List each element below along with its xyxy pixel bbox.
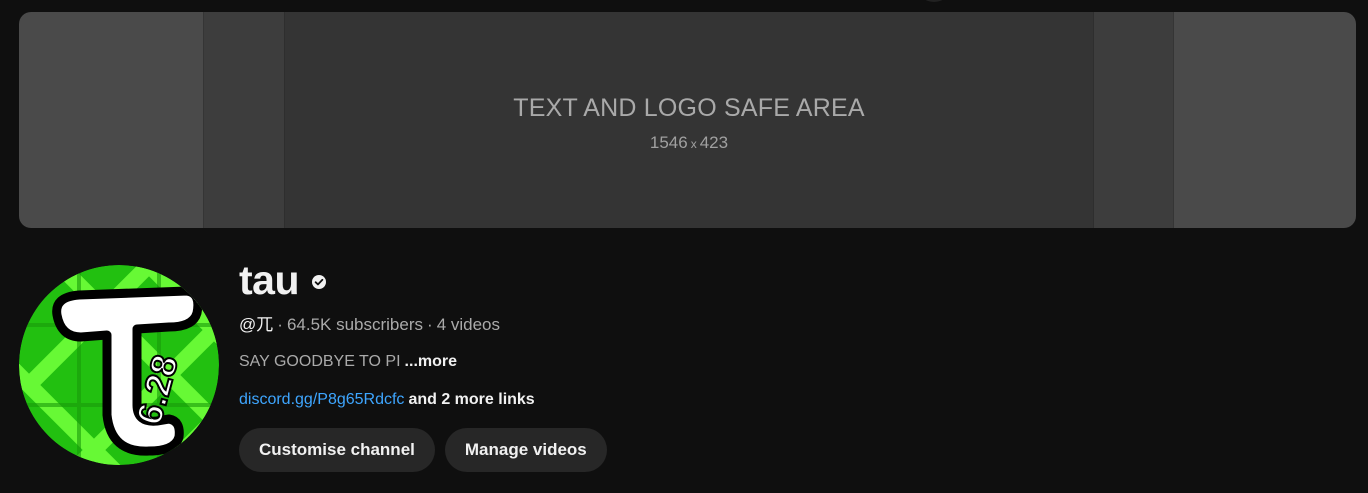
meta-separator: · <box>427 315 433 334</box>
tau-logo-icon: 6.28 <box>19 265 219 465</box>
channel-title-row: tau <box>239 254 607 306</box>
more-links-button[interactable]: and 2 more links <box>408 391 534 408</box>
banner-safe-height: 423 <box>699 133 729 152</box>
manage-videos-button[interactable]: Manage videos <box>444 428 607 472</box>
channel-actions: Customise channel Manage videos <box>239 428 607 472</box>
channel-links: discord.gg/P8g65Rdcfc and 2 more links <box>239 389 607 411</box>
subscriber-count: 64.5K subscribers <box>286 315 424 334</box>
banner-dims-x: x <box>690 137 697 151</box>
video-count: 4 videos <box>436 315 501 334</box>
description-text: SAY GOODBYE TO PI <box>239 353 401 370</box>
channel-description[interactable]: SAY GOODBYE TO PI ...more <box>239 351 607 373</box>
channel-meta: @兀 · 64.5K subscribers · 4 videos <box>239 314 607 336</box>
meta-separator: · <box>277 315 283 334</box>
channel-page: TEXT AND LOGO SAFE AREA 1546 x 423 6.28 … <box>0 0 1368 493</box>
discord-link[interactable]: discord.gg/P8g65Rdcfc <box>239 391 404 408</box>
banner-safe-width: 1546 <box>649 133 688 152</box>
channel-name: tau <box>239 256 300 303</box>
channel-avatar[interactable]: 6.28 <box>19 265 219 465</box>
channel-info: tau @兀 · 64.5K subscribers · 4 videos SAY GO… <box>239 254 607 472</box>
customise-channel-button[interactable]: Customise channel <box>239 428 435 472</box>
voice-search-button-edge[interactable] <box>916 0 952 2</box>
channel-banner: TEXT AND LOGO SAFE AREA 1546 x 423 <box>19 12 1356 228</box>
channel-handle: @兀 <box>239 315 274 334</box>
banner-safe-area-title: TEXT AND LOGO SAFE AREA <box>513 94 865 122</box>
description-more-button[interactable]: ...more <box>405 353 457 370</box>
verified-check-icon <box>311 274 327 290</box>
banner-safe-area: TEXT AND LOGO SAFE AREA 1546 x 423 <box>284 12 1094 228</box>
banner-safe-area-dimensions: 1546 x 423 <box>285 133 1093 153</box>
